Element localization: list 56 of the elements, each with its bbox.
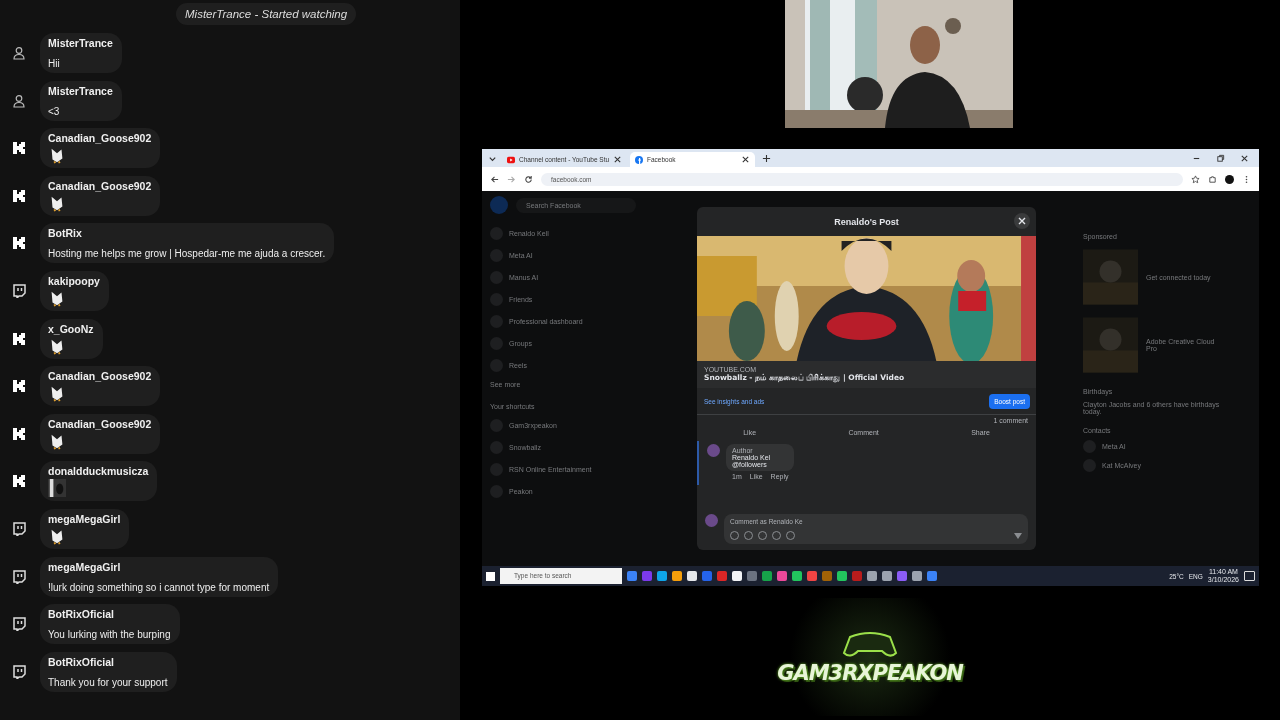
f-logo-icon: [635, 155, 643, 164]
chat-bubble-icon: [12, 569, 26, 584]
platform-icon: [12, 331, 26, 346]
reload-icon[interactable]: [524, 174, 533, 184]
restore-icon[interactable]: [1216, 153, 1225, 163]
close-button[interactable]: [1014, 213, 1030, 229]
send-icon[interactable]: [1014, 532, 1022, 539]
username: BotRixOficial: [48, 655, 115, 668]
username: megaMegaGirl: [48, 560, 122, 573]
username: x_GooNz: [48, 322, 94, 335]
username: donaldduckmusicza: [48, 465, 149, 478]
profile-avatar[interactable]: [1225, 174, 1234, 184]
system-message: MisterTrance - Started watching: [176, 3, 357, 25]
message-text: Thank you for your support: [48, 676, 168, 688]
start-icon[interactable]: [486, 571, 495, 581]
platform-icon: [12, 141, 26, 156]
logo-text: GAM3RXPEAKON: [777, 661, 963, 685]
username: Canadian_Goose902: [48, 132, 152, 145]
username: kakipoopy: [48, 274, 100, 287]
platform-icon: [12, 236, 26, 251]
close-icon[interactable]: [1240, 153, 1249, 163]
notification-icon[interactable]: [1244, 571, 1255, 581]
chat-bubble-icon: [12, 283, 26, 298]
back-icon[interactable]: [490, 174, 499, 184]
username: MisterTrance: [48, 37, 113, 49]
play-icon: [507, 155, 515, 164]
platform-icon: [12, 188, 26, 203]
username: BotRix: [48, 227, 83, 240]
dialog-title: Renaldo's Post: [834, 216, 899, 227]
chat-bubble-icon: [12, 617, 26, 632]
forward-icon[interactable]: [507, 174, 516, 184]
user-icon: [12, 93, 26, 108]
username: Canadian_Goose902: [48, 370, 152, 383]
username: Canadian_Goose902: [48, 179, 152, 192]
message-text: Hosting me helps me grow | Hospedar-me me ajuda a crescer.: [48, 248, 326, 260]
chat-bubble-icon: [12, 664, 26, 679]
message-text: !lurk doing something so i cannot type for moment: [48, 581, 270, 593]
message-text: You lurking with the burping: [48, 629, 171, 641]
platform-icon: [12, 426, 26, 441]
star-icon[interactable]: [1191, 174, 1200, 184]
username: BotRixOficial: [48, 608, 115, 621]
gamepad-icon: [840, 629, 900, 659]
close-icon[interactable]: [741, 155, 750, 164]
chat-bubble-icon: [12, 521, 26, 536]
avatar: [707, 444, 720, 457]
username: MisterTrance: [48, 84, 113, 97]
platform-icon: [12, 474, 26, 489]
avatar: [705, 514, 718, 527]
username: Canadian_Goose902: [48, 417, 152, 430]
message-text: Hii: [48, 58, 61, 69]
plus-icon[interactable]: [762, 153, 771, 163]
user-icon: [12, 46, 26, 60]
message-text: <3: [48, 105, 61, 117]
platform-icon: [12, 379, 26, 394]
username: megaMegaGirl: [48, 512, 121, 525]
close-icon[interactable]: [613, 155, 623, 164]
